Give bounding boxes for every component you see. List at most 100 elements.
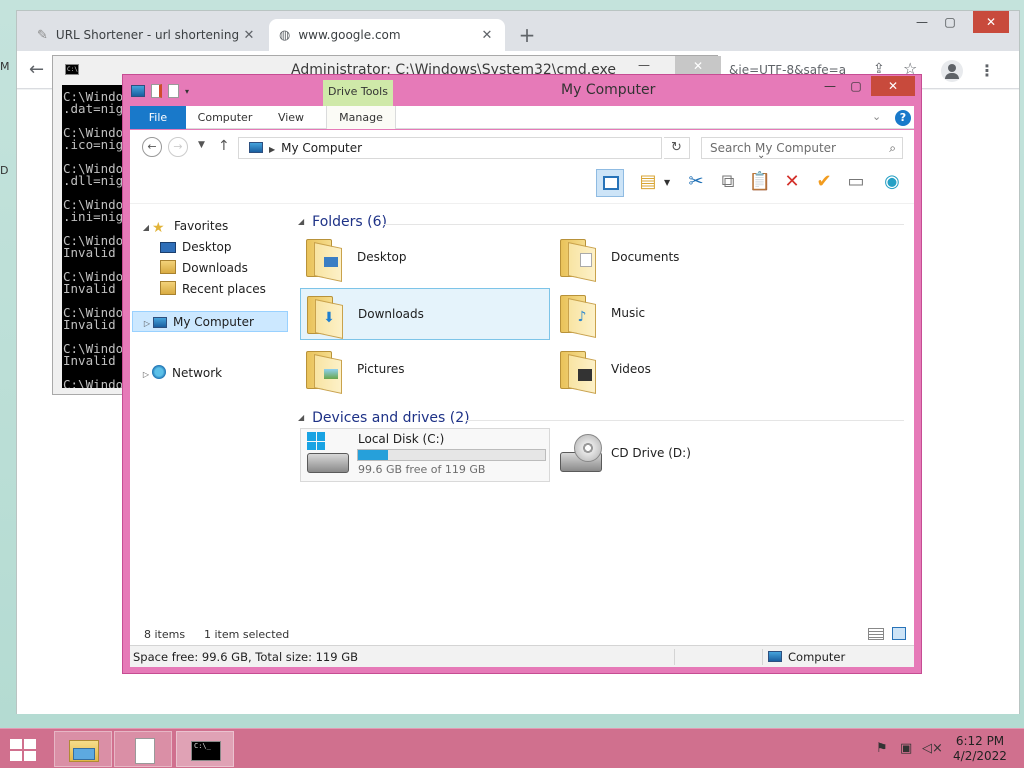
- tab-computer[interactable]: Computer: [194, 106, 256, 129]
- drive-free-space: 99.6 GB free of 119 GB: [358, 463, 486, 476]
- nav-item-my-computer[interactable]: ▷ My Computer: [132, 311, 288, 332]
- breadcrumb-chevron-icon[interactable]: ▶: [269, 145, 275, 154]
- drive-cd-d[interactable]: CD Drive (D:): [554, 428, 804, 482]
- group-title: Folders (6): [312, 214, 387, 230]
- delete-button[interactable]: ✕: [778, 169, 806, 197]
- minimize-button[interactable]: —: [819, 79, 841, 97]
- drive-local-disk-c[interactable]: Local Disk (C:) 99.6 GB free of 119 GB: [300, 428, 550, 482]
- network-tray-icon[interactable]: ▣: [900, 741, 912, 756]
- folder-music[interactable]: ♪ Music: [554, 288, 804, 340]
- search-input[interactable]: Search My Computer ⌕: [701, 137, 903, 159]
- expand-arrow-icon[interactable]: ◢: [140, 218, 152, 238]
- up-arrow-icon[interactable]: ↑: [218, 138, 230, 154]
- file-explorer-icon: [73, 748, 95, 760]
- folder-downloads[interactable]: ⬇ Downloads: [300, 288, 550, 340]
- browser-tab-url-shortener[interactable]: ✎ URL Shortener - url shortening s ✕: [27, 19, 267, 51]
- forward-button[interactable]: →: [168, 137, 188, 157]
- expand-ribbon-icon[interactable]: ⌄: [872, 110, 881, 123]
- action-center-flag-icon[interactable]: ⚑: [876, 741, 888, 756]
- disk-usage-fill: [358, 450, 389, 460]
- folder-icon: [306, 237, 346, 282]
- nav-item-downloads[interactable]: Downloads: [160, 258, 248, 278]
- cut-button[interactable]: ✂: [682, 169, 710, 197]
- search-placeholder: Search My Computer: [710, 141, 836, 155]
- copy-button[interactable]: ⧉: [714, 169, 742, 197]
- cmd-app-icon: C:\: [65, 64, 79, 75]
- system-clock[interactable]: 6:12 PM 4/2/2022: [948, 734, 1012, 764]
- folder-label: Documents: [611, 250, 680, 264]
- expand-arrow-icon[interactable]: ▷: [140, 365, 152, 385]
- new-folder-icon[interactable]: [168, 84, 179, 98]
- folder-pictures[interactable]: Pictures: [300, 344, 550, 396]
- tab-file[interactable]: File: [130, 106, 186, 129]
- details-bar: Space free: 99.6 GB, Total size: 119 GB …: [130, 645, 914, 667]
- folder-videos[interactable]: Videos: [554, 344, 804, 396]
- paste-button[interactable]: 📋: [746, 169, 774, 197]
- folder-desktop[interactable]: Desktop: [300, 232, 550, 284]
- explorer-window: ▾ Drive Tools My Computer — ▢ ✕ File Com…: [122, 74, 922, 674]
- new-tab-button[interactable]: +: [517, 25, 537, 45]
- close-button[interactable]: ✕: [675, 56, 721, 76]
- close-tab-icon[interactable]: ✕: [479, 28, 495, 43]
- group-header-devices[interactable]: ◢ Devices and drives (2): [298, 410, 470, 426]
- tiles-view-icon[interactable]: [892, 627, 906, 640]
- music-folder-icon: ♪: [560, 293, 600, 338]
- start-button[interactable]: [10, 739, 36, 761]
- nav-item-recent-places[interactable]: Recent places: [160, 279, 266, 299]
- pane-icon: [603, 176, 619, 190]
- computer-icon: [153, 317, 167, 328]
- taskbar-blank-document[interactable]: [114, 731, 172, 767]
- breadcrumb[interactable]: My Computer: [281, 141, 362, 155]
- nav-item-network[interactable]: ▷ Network: [140, 363, 222, 383]
- browser-tab-google[interactable]: ◍ www.google.com ✕: [269, 19, 505, 51]
- address-bar[interactable]: ▶ My Computer ⌄: [238, 137, 765, 161]
- shell-button[interactable]: ◉: [878, 169, 906, 197]
- group-header-folders[interactable]: ◢ Folders (6): [298, 214, 387, 230]
- volume-muted-icon[interactable]: ◁×: [922, 741, 943, 756]
- taskbar: C:\_ ⚑ ▣ ◁× 6:12 PM 4/2/2022: [0, 728, 1024, 768]
- refresh-button[interactable]: ↻: [664, 137, 690, 159]
- details-view-icon[interactable]: [868, 628, 884, 640]
- properties-icon[interactable]: [151, 84, 162, 98]
- help-icon[interactable]: ?: [895, 110, 911, 126]
- preview-pane-button[interactable]: [596, 169, 624, 197]
- maximize-button[interactable]: ▢: [939, 11, 961, 33]
- taskbar-file-explorer[interactable]: [54, 731, 112, 767]
- folder-documents[interactable]: Documents: [554, 232, 804, 284]
- minimize-button[interactable]: —: [629, 56, 659, 76]
- collapse-arrow-icon[interactable]: ◢: [298, 413, 304, 422]
- maximize-button[interactable]: ▢: [845, 79, 867, 97]
- nav-item-favorites[interactable]: ◢ ★ Favorites: [140, 216, 228, 236]
- recent-locations-icon[interactable]: ▼: [198, 140, 205, 150]
- more-menu-icon[interactable]: ⋮: [979, 61, 995, 80]
- nav-item-desktop[interactable]: Desktop: [160, 237, 232, 257]
- collapse-arrow-icon[interactable]: ◢: [298, 217, 304, 226]
- search-icon[interactable]: ⌕: [889, 138, 896, 158]
- tab-manage[interactable]: Manage: [326, 106, 396, 129]
- computer-icon: [249, 142, 263, 153]
- eject-button[interactable]: ▭: [842, 169, 870, 197]
- properties-button[interactable]: ▤: [634, 169, 662, 197]
- profile-avatar-icon[interactable]: [941, 60, 963, 82]
- explorer-body: ← → ▼ ↑ ▶ My Computer ⌄ ↻ Search My Compu…: [130, 130, 914, 667]
- drive-label: Local Disk (C:): [358, 432, 445, 446]
- rename-button[interactable]: ✔: [810, 169, 838, 197]
- downloads-folder-icon: [160, 260, 176, 274]
- close-button[interactable]: ✕: [973, 11, 1009, 33]
- desktop-edge-glyph: M: [0, 60, 10, 73]
- close-button[interactable]: ✕: [871, 76, 915, 96]
- tab-title: URL Shortener - url shortening s: [55, 28, 241, 42]
- minimize-button[interactable]: —: [911, 11, 933, 33]
- tab-view[interactable]: View: [266, 106, 316, 129]
- back-button[interactable]: ←: [142, 137, 162, 157]
- chevron-down-icon[interactable]: ▼: [664, 178, 670, 187]
- customize-qat-icon[interactable]: ▾: [185, 87, 189, 96]
- expand-arrow-icon[interactable]: ▷: [141, 314, 153, 334]
- close-tab-icon[interactable]: ✕: [241, 28, 257, 43]
- desktop-edge-glyph: D: [0, 164, 9, 177]
- folder-label: Music: [611, 306, 646, 320]
- divider: [384, 224, 904, 225]
- nav-label: My Computer: [173, 315, 254, 329]
- taskbar-command-prompt[interactable]: C:\_: [176, 731, 234, 767]
- back-arrow-icon[interactable]: ←: [29, 61, 44, 79]
